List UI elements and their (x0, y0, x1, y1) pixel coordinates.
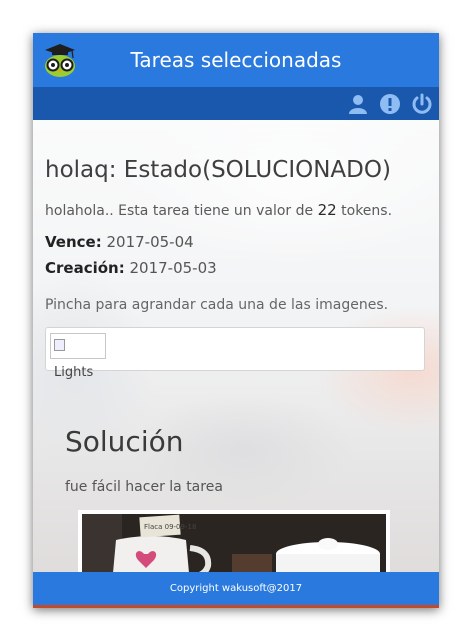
app-header: Tareas seleccionadas (33, 33, 439, 87)
creation-date-label: Creación: (45, 259, 125, 277)
task-tokens: 22 (317, 201, 337, 219)
due-date-value: 2017-05-04 (106, 233, 194, 251)
task-description: holahola.. Esta tarea tiene un valor de … (45, 201, 392, 219)
photo-caption-text: Flaca 09-09-18 (144, 523, 196, 531)
task-content: holaq: Estado(SOLUCIONADO) holahola.. Es… (33, 120, 439, 580)
creation-date-value: 2017-05-03 (129, 259, 217, 277)
image-hint: Pincha para agrandar cada una de las ima… (45, 297, 389, 313)
footer-accent (33, 605, 439, 608)
solution-photo[interactable]: Flaca 09-09-18 (78, 510, 390, 580)
solution-photo-image: Flaca 09-09-18 (82, 514, 386, 580)
task-description-suffix: tokens. (341, 203, 393, 219)
task-description-text: holahola.. Esta tarea tiene un valor de (45, 203, 314, 219)
footer: Copyright wakusoft@2017 (33, 572, 439, 608)
alert-icon[interactable] (379, 93, 401, 115)
solution-title: Solución (65, 425, 184, 458)
user-icon[interactable] (347, 93, 369, 115)
task-image[interactable]: Lights (50, 333, 106, 380)
page-title: Tareas seleccionadas (130, 48, 342, 72)
solution-text: fue fácil hacer la tarea (65, 479, 223, 495)
creation-date: Creación: 2017-05-03 (45, 259, 217, 277)
power-icon[interactable] (411, 93, 433, 115)
image-gallery: Lights (45, 327, 425, 380)
copyright-text: Copyright wakusoft@2017 (169, 583, 303, 594)
toolbar (33, 87, 439, 120)
due-date-label: Vence: (45, 233, 102, 251)
app-frame: Tareas seleccionadas holaq: Estado(SOLUC… (33, 33, 439, 608)
broken-image-icon (54, 339, 65, 351)
due-date: Vence: 2017-05-04 (45, 233, 194, 251)
task-image-alt: Lights (54, 365, 94, 380)
task-title: holaq: Estado(SOLUCIONADO) (45, 157, 391, 183)
